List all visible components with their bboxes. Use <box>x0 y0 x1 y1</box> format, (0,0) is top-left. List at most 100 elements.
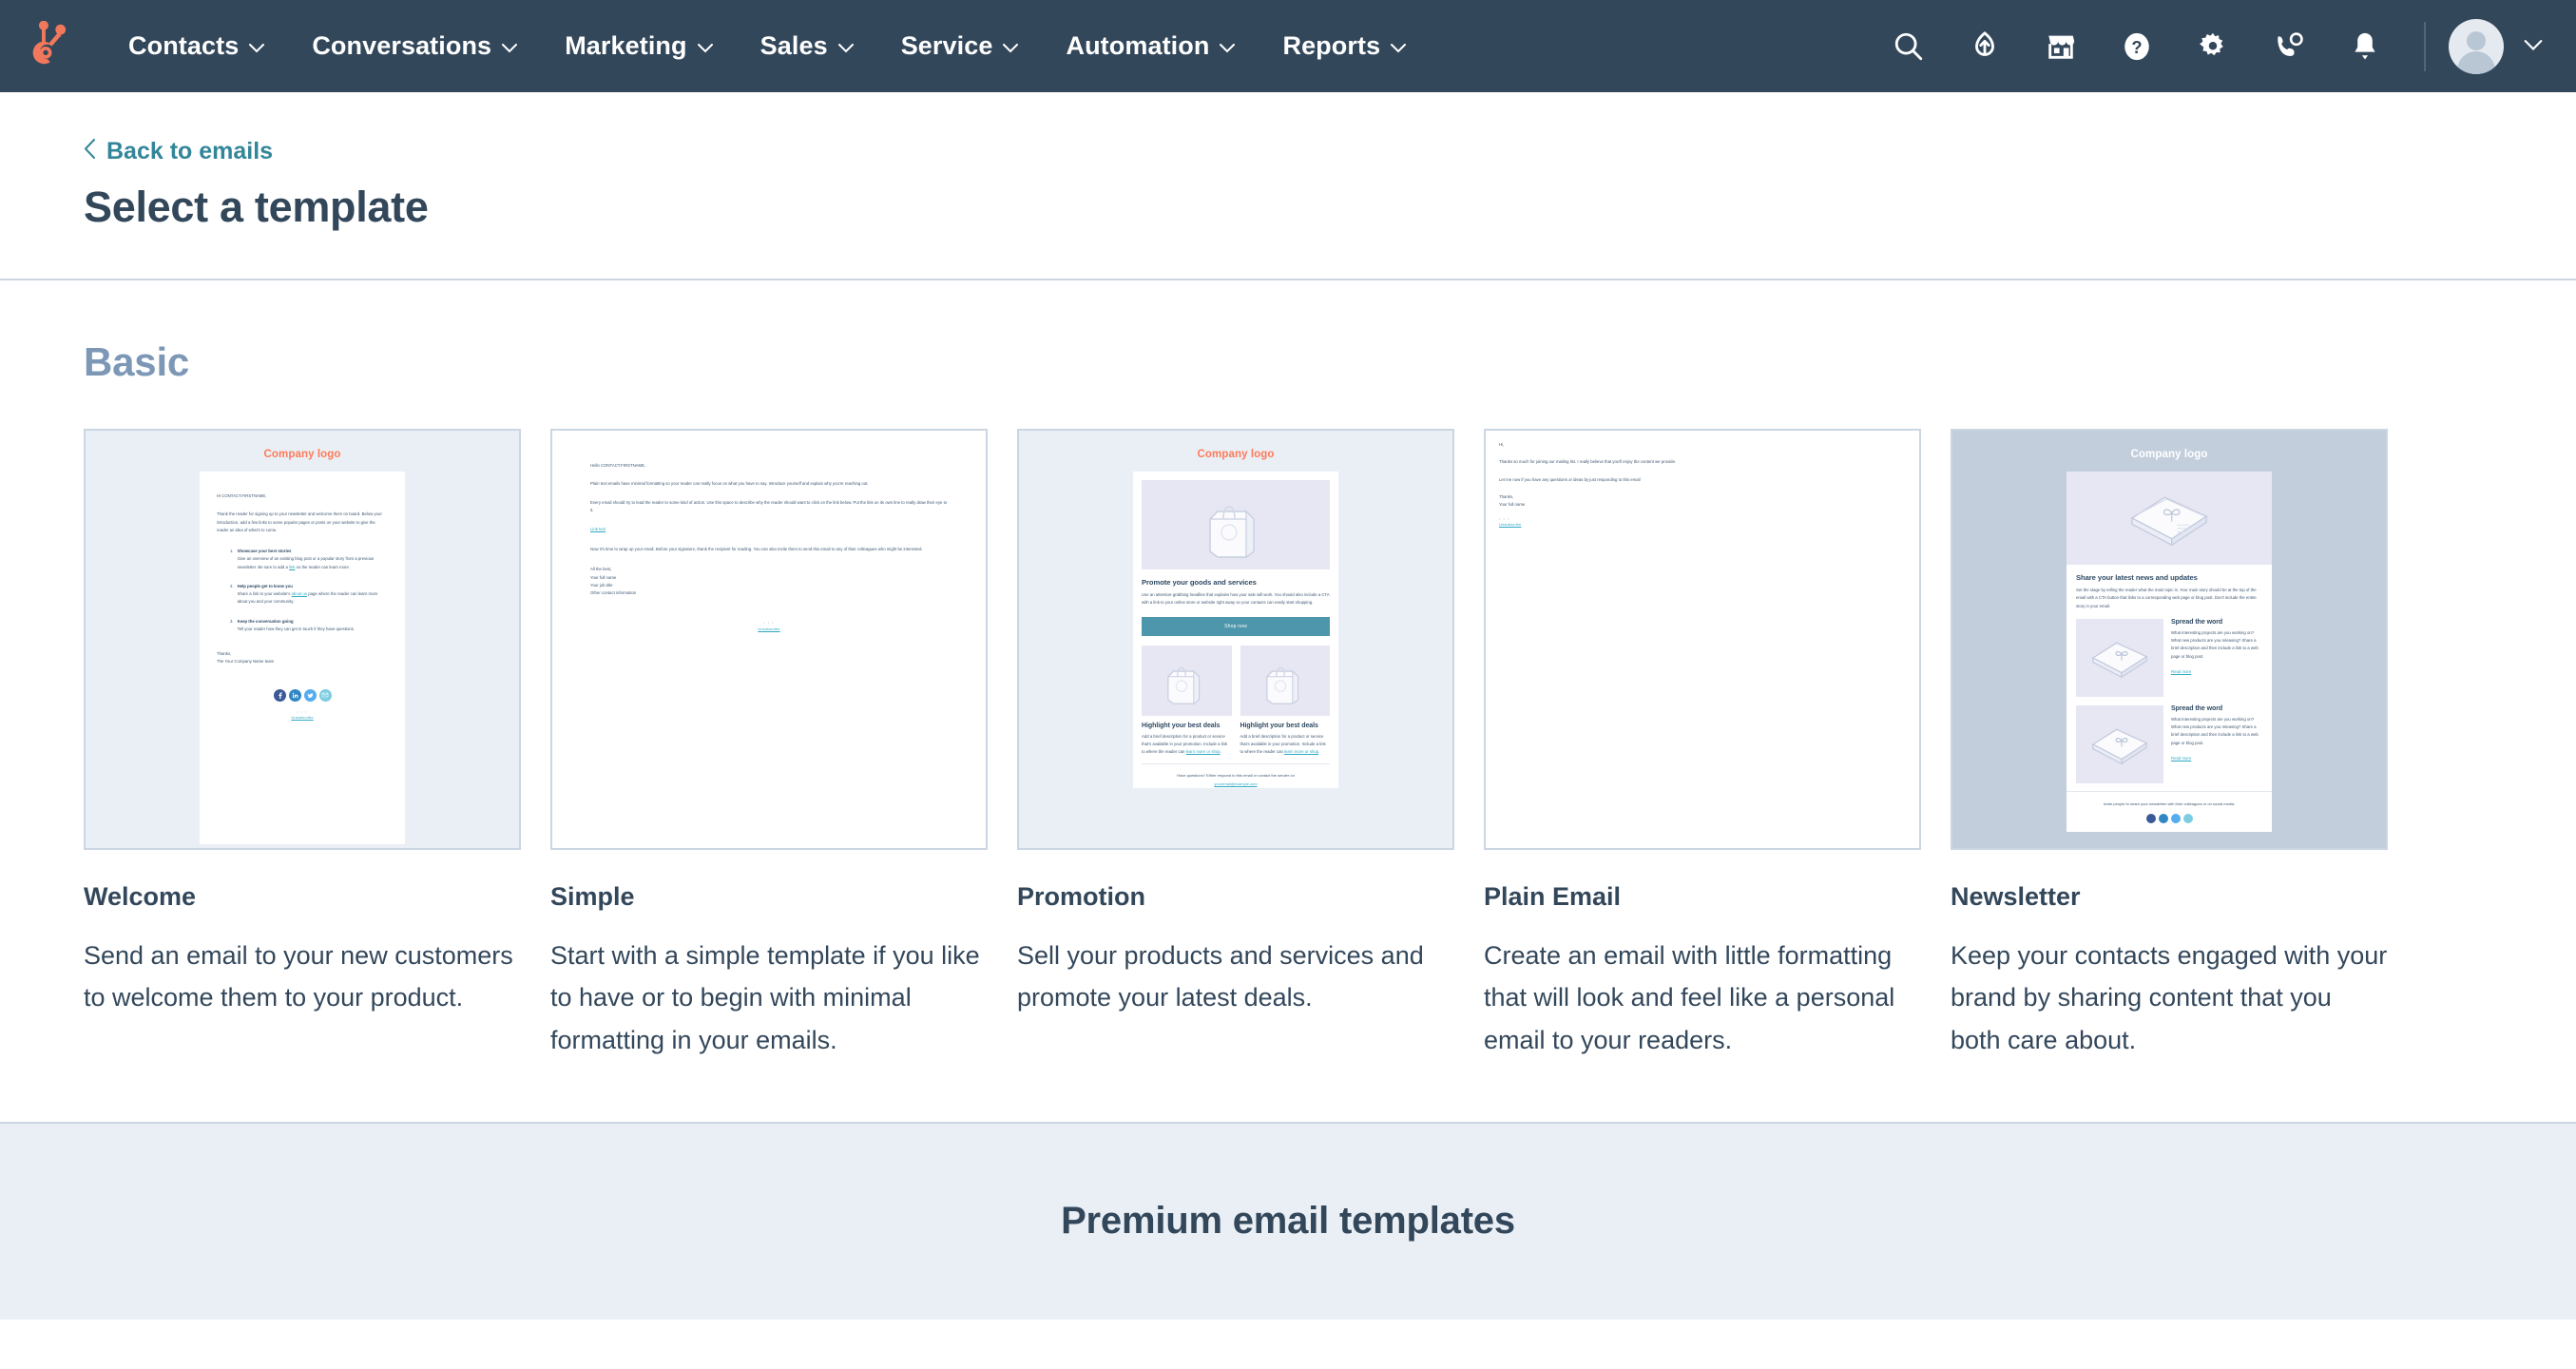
preview-item-body: What interesting projects are you workin… <box>2171 629 2259 659</box>
template-name: Plain Email <box>1484 882 1622 911</box>
back-link-label: Back to emails <box>106 138 274 164</box>
preview-company-logo: Company logo <box>1197 449 1275 460</box>
preview-item-title: Spread the word <box>2171 618 2223 626</box>
chevron-down-icon <box>697 31 713 61</box>
upgrade-icon[interactable] <box>1955 17 2014 76</box>
template-thumbnail-simple[interactable]: Hello CONTACT.FIRSTNAME, Plain text emai… <box>550 429 988 850</box>
email-icon[interactable] <box>318 688 332 702</box>
template-thumbnail-plain-email[interactable]: Hi, Thanks so much for joining our maili… <box>1484 429 1921 850</box>
back-to-emails-link[interactable]: Back to emails <box>84 138 273 165</box>
notifications-bell-icon[interactable] <box>2336 17 2394 76</box>
read-more-link[interactable]: Read more <box>2171 668 2191 676</box>
preview-item3-title: Keep the conversation going <box>237 618 294 624</box>
chevron-down-icon <box>1003 31 1019 61</box>
preview-link-text[interactable]: Link text <box>590 526 606 533</box>
facebook-icon[interactable] <box>273 688 286 702</box>
preview-inline-link[interactable]: learn more or shop <box>1186 749 1221 754</box>
nav-item-conversations[interactable]: Conversations <box>288 31 541 61</box>
preview-unsubscribe-link[interactable]: Unsubscribe <box>1499 522 1906 527</box>
main-menu: Contacts Conversations Marketing Sales S… <box>105 31 1430 61</box>
chevron-down-icon <box>249 31 265 61</box>
nav-item-label: Service <box>900 31 993 60</box>
account-menu-chevron-down-icon[interactable] <box>2523 40 2544 52</box>
calling-icon[interactable] <box>2259 17 2318 76</box>
nav-item-reports[interactable]: Reports <box>1259 31 1430 61</box>
help-icon[interactable]: ? <box>2107 17 2166 76</box>
newspaper-bundle-illustration <box>2067 472 2272 565</box>
preview-greeting: Hello CONTACT.FIRSTNAME, <box>590 463 646 468</box>
email-icon[interactable] <box>2182 814 2193 824</box>
preview-sign-name: Your full name <box>590 574 617 580</box>
preview-unsubscribe-link[interactable]: Unsubscribe <box>590 627 948 631</box>
preview-sign-title: Your job title <box>590 582 613 588</box>
nav-item-sales[interactable]: Sales <box>737 31 877 61</box>
chevron-down-icon <box>502 31 518 61</box>
nav-item-service[interactable]: Service <box>877 31 1043 61</box>
template-thumbnail-newsletter[interactable]: Company logo Share your latest news and … <box>1951 429 2388 850</box>
hubspot-sprocket-logo[interactable] <box>27 20 78 72</box>
nav-item-automation[interactable]: Automation <box>1042 31 1259 61</box>
preview-intro: Thank the reader for signing up to your … <box>217 511 382 532</box>
preview-signoff: Thanks, <box>217 651 232 656</box>
linkedin-icon[interactable] <box>2158 814 2168 824</box>
template-description: Create an email with little formatting t… <box>1484 941 1895 1054</box>
shop-now-button[interactable]: Shop now <box>1142 616 1330 636</box>
nav-divider <box>2424 21 2426 71</box>
settings-gear-icon[interactable] <box>2183 17 2242 76</box>
twitter-icon[interactable] <box>303 688 317 702</box>
preview-para-2: Every email should try to lead the reade… <box>590 499 948 512</box>
section-title-basic: Basic <box>84 339 190 384</box>
template-card-plain-email[interactable]: Hi, Thanks so much for joining our maili… <box>1484 429 1921 1061</box>
preview-unsubscribe-link[interactable]: Unsubscribe <box>217 715 388 720</box>
nav-item-label: Automation <box>1066 31 1210 60</box>
nav-utility-icons: ? <box>1871 17 2544 76</box>
preview-deal-body: Add a brief description for a product or… <box>1240 733 1326 755</box>
preview-heading: Share your latest news and updates <box>2076 573 2198 582</box>
nav-item-label: Marketing <box>565 31 687 60</box>
template-card-simple[interactable]: Hello CONTACT.FIRSTNAME, Plain text emai… <box>550 429 988 1061</box>
preview-item-title: Spread the word <box>2171 704 2223 712</box>
template-name: Promotion <box>1017 882 1145 911</box>
page-header: Back to emails Select a template <box>0 92 2576 280</box>
preview-body: Use an attention-grabbing headline that … <box>1142 592 1330 606</box>
preview-footer-text: Invite people to share your newsletter w… <box>2103 800 2236 806</box>
twitter-icon[interactable] <box>2170 814 2181 824</box>
template-description: Sell your products and services and prom… <box>1017 941 1424 1012</box>
shopping-bag-illustration <box>1240 645 1330 716</box>
preview-company-logo: Company logo <box>263 449 341 460</box>
preview-item3-body: Tell your reader how they can get in tou… <box>237 626 356 631</box>
preview-deal-title: Highlight your best deals <box>1240 722 1318 729</box>
template-card-welcome[interactable]: Company logo Hi CONTACT.FIRSTNAME, Thank… <box>84 429 521 1061</box>
newspaper-bundle-illustration <box>2076 618 2163 697</box>
avatar[interactable] <box>2449 18 2504 74</box>
top-navigation-bar: Contacts Conversations Marketing Sales S… <box>0 0 2576 92</box>
template-card-promotion[interactable]: Company logo Promote your goods and serv… <box>1017 429 1454 1061</box>
preview-list-number: 1. <box>230 549 234 553</box>
facebook-icon[interactable] <box>2145 814 2156 824</box>
template-description: Keep your contacts engaged with your bra… <box>1951 941 2388 1054</box>
nav-item-label: Conversations <box>312 31 492 60</box>
template-name: Welcome <box>84 882 197 911</box>
nav-item-contacts[interactable]: Contacts <box>105 31 288 61</box>
preview-inline-link[interactable]: about us <box>292 591 308 596</box>
template-description: Start with a simple template if you like… <box>550 941 980 1054</box>
search-icon[interactable] <box>1879 17 1938 76</box>
preview-inline-link[interactable]: learn more or shop <box>1284 749 1318 754</box>
linkedin-icon[interactable] <box>288 688 301 702</box>
preview-footer-email-link[interactable]: youremail@example.com <box>1142 781 1330 788</box>
basic-templates-section: Basic Company logo Hi CONTACT.FIRSTNAME,… <box>0 280 2576 1061</box>
preview-body: Set the stage by telling the reader what… <box>2076 588 2257 608</box>
premium-section-title: Premium email templates <box>1061 1200 1515 1243</box>
marketplace-icon[interactable] <box>2031 17 2090 76</box>
template-card-newsletter[interactable]: Company logo Share your latest news and … <box>1951 429 2388 1061</box>
newspaper-bundle-illustration <box>2076 704 2163 783</box>
template-card-grid: Company logo Hi CONTACT.FIRSTNAME, Thank… <box>84 429 2492 1061</box>
preview-company-logo: Company logo <box>2130 449 2208 460</box>
template-thumbnail-welcome[interactable]: Company logo Hi CONTACT.FIRSTNAME, Thank… <box>84 429 521 850</box>
template-thumbnail-promotion[interactable]: Company logo Promote your goods and serv… <box>1017 429 1454 850</box>
shopping-bag-illustration <box>1142 480 1330 569</box>
preview-footer-dots: • • • <box>763 620 775 626</box>
read-more-link[interactable]: Read more <box>2171 755 2191 762</box>
shopping-bag-illustration <box>1142 645 1232 716</box>
nav-item-marketing[interactable]: Marketing <box>541 31 736 61</box>
